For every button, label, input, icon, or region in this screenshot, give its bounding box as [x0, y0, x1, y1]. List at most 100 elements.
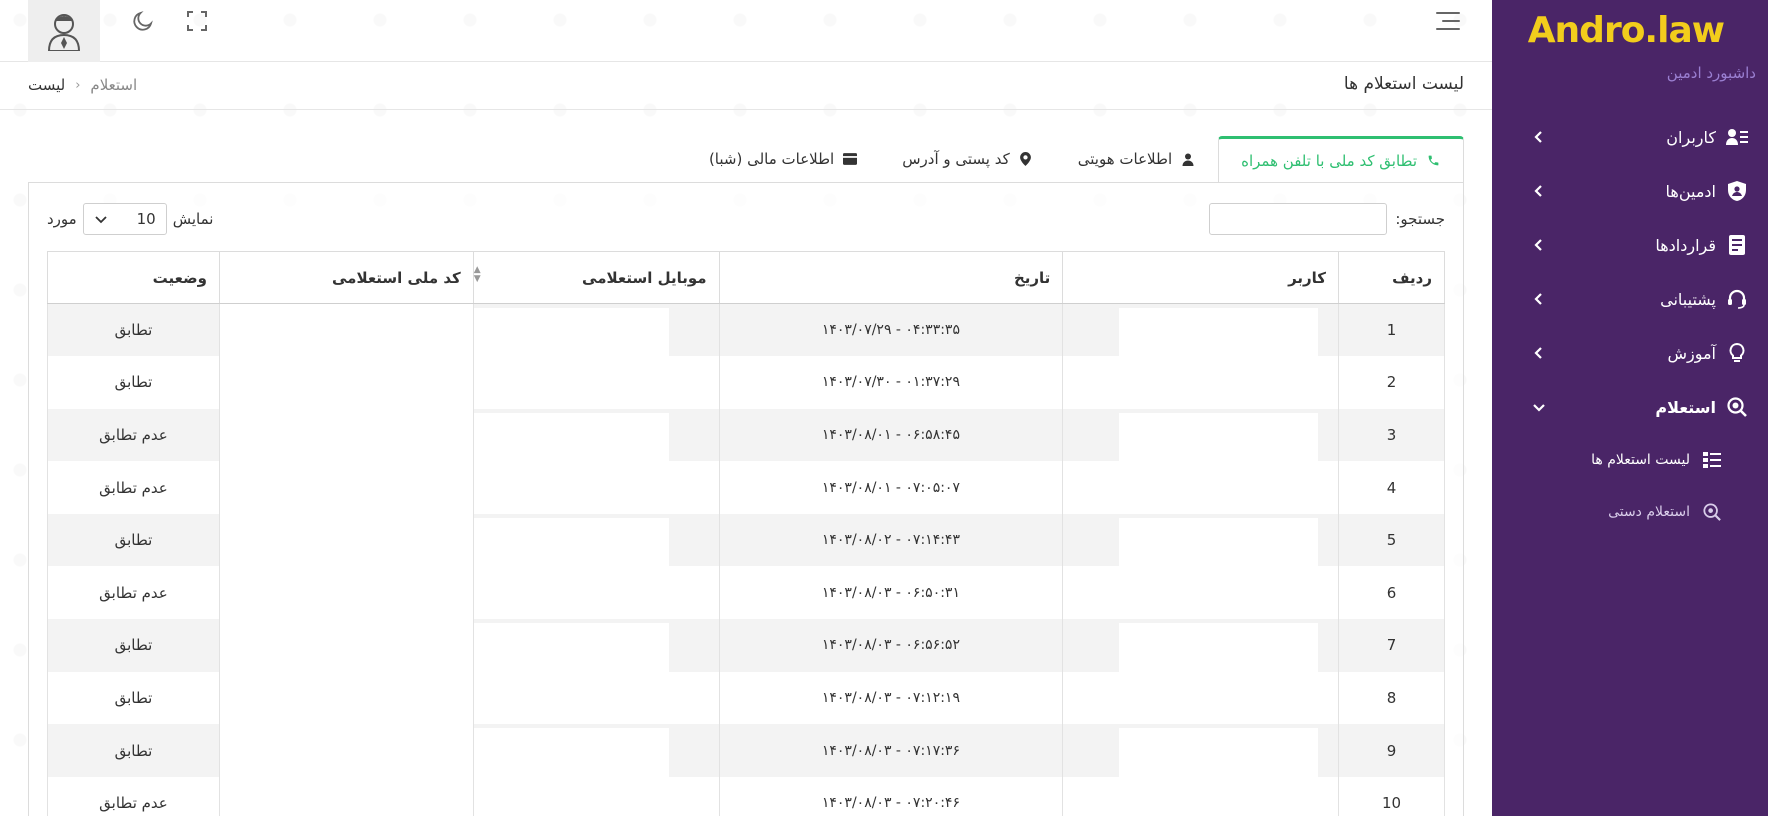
cell-row-number: 1: [1338, 303, 1445, 357]
header-row-number[interactable]: ردیف: [1338, 251, 1445, 304]
tab-financial-sheba[interactable]: اطلاعات مالی (شبا): [687, 136, 880, 182]
cell-date: ۱۴۰۳/۰۸/۰۲ - ۰۷:۱۴:۴۳: [718, 513, 1064, 567]
sidebar-item-users[interactable]: کاربران: [1492, 110, 1768, 164]
tab-postal-address[interactable]: کد پستی و آدرس: [880, 136, 1056, 182]
cell-mobile: [472, 408, 720, 462]
table-row[interactable]: 5 ۱۴۰۳/۰۸/۰۲ - ۰۷:۱۴:۴۳ تطابق: [47, 513, 1445, 567]
sidebar-item-inquiry[interactable]: استعلام: [1492, 380, 1768, 434]
fullscreen-icon: [187, 11, 207, 31]
sidebar-nav: کاربران ادمین‌ها قراردادها پشتیبانی: [1492, 110, 1768, 538]
chevron-down-icon: [95, 216, 107, 224]
menu-toggle-button[interactable]: [1434, 12, 1460, 32]
redacted-area: [1119, 412, 1319, 462]
sidebar-item-education[interactable]: آموزش: [1492, 326, 1768, 380]
sidebar-item-contracts[interactable]: قراردادها: [1492, 218, 1768, 272]
header-date-label: تاریخ: [1013, 268, 1051, 287]
cell-date: ۱۴۰۳/۰۸/۰۳ - ۰۶:۵۶:۵۲: [718, 619, 1064, 672]
breadcrumb-parent[interactable]: استعلام: [90, 76, 137, 94]
cell-mobile: [472, 461, 720, 514]
table-row[interactable]: 10 ۱۴۰۳/۰۸/۰۳ - ۰۷:۲۰:۴۶ عدم تطابق: [47, 776, 1445, 816]
location-pin-icon: [1018, 151, 1034, 167]
inquiry-table: ردیف کاربر تاریخ موبایل استعلامی ▲ ▼ کد م…: [47, 251, 1445, 816]
fullscreen-button[interactable]: [184, 8, 210, 34]
header-mobile-label: موبایل استعلامی: [582, 268, 707, 287]
cell-national-id: [218, 408, 474, 462]
cell-user: [1062, 619, 1340, 672]
header-mobile[interactable]: موبایل استعلامی ▲ ▼: [472, 251, 720, 304]
user-avatar-icon: [47, 14, 81, 51]
table-row[interactable]: 2 ۱۴۰۳/۰۷/۳۰ - ۰۱:۳۷:۲۹ تطابق: [47, 356, 1445, 409]
sidebar: Andro.law داشبورد ادمین کاربران ادمین‌ها…: [1492, 0, 1768, 816]
table-row[interactable]: 9 ۱۴۰۳/۰۸/۰۳ - ۰۷:۱۷:۳۶ تطابق: [47, 724, 1445, 777]
search-input[interactable]: [1209, 203, 1388, 235]
table-row[interactable]: 6 ۱۴۰۳/۰۸/۰۳ - ۰۶:۵۰:۳۱ عدم تطابق: [47, 566, 1445, 620]
phone-icon: [1425, 153, 1441, 169]
cell-user: [1062, 303, 1340, 357]
hamburger-line: [1436, 12, 1460, 14]
tab-identity-info[interactable]: اطلاعات هویتی: [1056, 136, 1218, 182]
page-length-value: 10: [136, 210, 156, 228]
table-header-row: ردیف کاربر تاریخ موبایل استعلامی ▲ ▼ کد م…: [47, 251, 1445, 304]
table-row[interactable]: 8 ۱۴۰۳/۰۸/۰۳ - ۰۷:۱۲:۱۹ تطابق: [47, 671, 1445, 725]
top-bar: [0, 0, 1492, 62]
sidebar-item-support[interactable]: پشتیبانی: [1492, 272, 1768, 326]
sidebar-subitem-label: لیست استعلام ها: [1591, 452, 1690, 468]
brand-logo[interactable]: Andro.law: [1528, 10, 1725, 51]
cell-national-id: [218, 619, 474, 672]
sidebar-item-admins[interactable]: ادمین‌ها: [1492, 164, 1768, 218]
cell-row-number: 8: [1338, 671, 1445, 725]
cell-mobile: [472, 356, 720, 409]
header-status[interactable]: وضعیت: [47, 251, 220, 304]
cell-mobile: [472, 566, 720, 620]
page-length-select[interactable]: 10: [82, 203, 167, 235]
header-national-id[interactable]: کد ملی استعلامی: [218, 251, 474, 304]
sidebar-subitem-inquiry-list[interactable]: لیست استعلام ها: [1492, 434, 1768, 486]
users-list-icon: [1726, 126, 1748, 148]
cell-mobile: [472, 619, 720, 672]
table-row[interactable]: 3 ۱۴۰۳/۰۸/۰۱ - ۰۶:۵۸:۴۵ عدم تطابق: [47, 408, 1445, 462]
redacted-area: [1119, 728, 1319, 777]
redacted-area: [219, 724, 473, 777]
cell-mobile: [472, 776, 720, 816]
sidebar-item-label: پشتیبانی: [1660, 289, 1716, 309]
redacted-area: [473, 412, 669, 462]
sidebar-item-label: قراردادها: [1655, 235, 1716, 255]
cell-row-number: 2: [1338, 356, 1445, 409]
list-icon: [1702, 450, 1722, 470]
table-row[interactable]: 1 ۱۴۰۳/۰۷/۲۹ - ۰۴:۳۳:۳۵ تطابق: [47, 303, 1445, 357]
cell-status: تطابق: [47, 724, 220, 777]
header-date[interactable]: تاریخ: [718, 251, 1064, 304]
header-user[interactable]: کاربر: [1062, 251, 1340, 304]
cell-user: [1062, 461, 1340, 514]
sidebar-subitem-manual-inquiry[interactable]: استعلام دستی: [1492, 486, 1768, 538]
length-prefix: نمایش: [172, 210, 214, 228]
cell-mobile: [472, 303, 720, 357]
sidebar-subitem-label: استعلام دستی: [1608, 504, 1690, 520]
cell-user: [1062, 671, 1340, 725]
sidebar-item-label: کاربران: [1666, 127, 1716, 147]
table-row[interactable]: 7 ۱۴۰۳/۰۸/۰۳ - ۰۶:۵۶:۵۲ تطابق: [47, 619, 1445, 672]
redacted-area: [219, 304, 473, 357]
tab-label: کد پستی و آدرس: [902, 150, 1010, 168]
cell-user: [1062, 776, 1340, 816]
dark-mode-toggle[interactable]: [130, 8, 156, 34]
tab-nationalcode-phone[interactable]: تطابق کد ملی با تلفن همراه: [1218, 136, 1464, 182]
cell-date: ۱۴۰۳/۰۸/۰۳ - ۰۷:۱۲:۱۹: [718, 671, 1064, 725]
page-title: لیست استعلام ها: [1343, 74, 1464, 94]
cell-row-number: 7: [1338, 619, 1445, 672]
cell-user: [1062, 356, 1340, 409]
table-row[interactable]: 4 ۱۴۰۳/۰۸/۰۱ - ۰۷:۰۵:۰۷ عدم تطابق: [47, 461, 1445, 514]
hamburger-line: [1442, 20, 1460, 22]
sidebar-item-label: ادمین‌ها: [1665, 181, 1716, 201]
cell-date: ۱۴۰۳/۰۸/۰۳ - ۰۷:۲۰:۴۶: [718, 776, 1064, 816]
cell-national-id: [218, 776, 474, 816]
cell-status: عدم تطابق: [47, 776, 220, 816]
cell-date: ۱۴۰۳/۰۷/۲۹ - ۰۴:۳۳:۳۵: [718, 303, 1064, 357]
length-suffix: مورد: [47, 210, 77, 228]
redacted-area: [219, 513, 473, 567]
redacted-area: [1119, 623, 1319, 672]
sidebar-item-label: آموزش: [1667, 343, 1716, 363]
cell-user: [1062, 408, 1340, 462]
cell-row-number: 9: [1338, 724, 1445, 777]
avatar[interactable]: [28, 0, 100, 62]
